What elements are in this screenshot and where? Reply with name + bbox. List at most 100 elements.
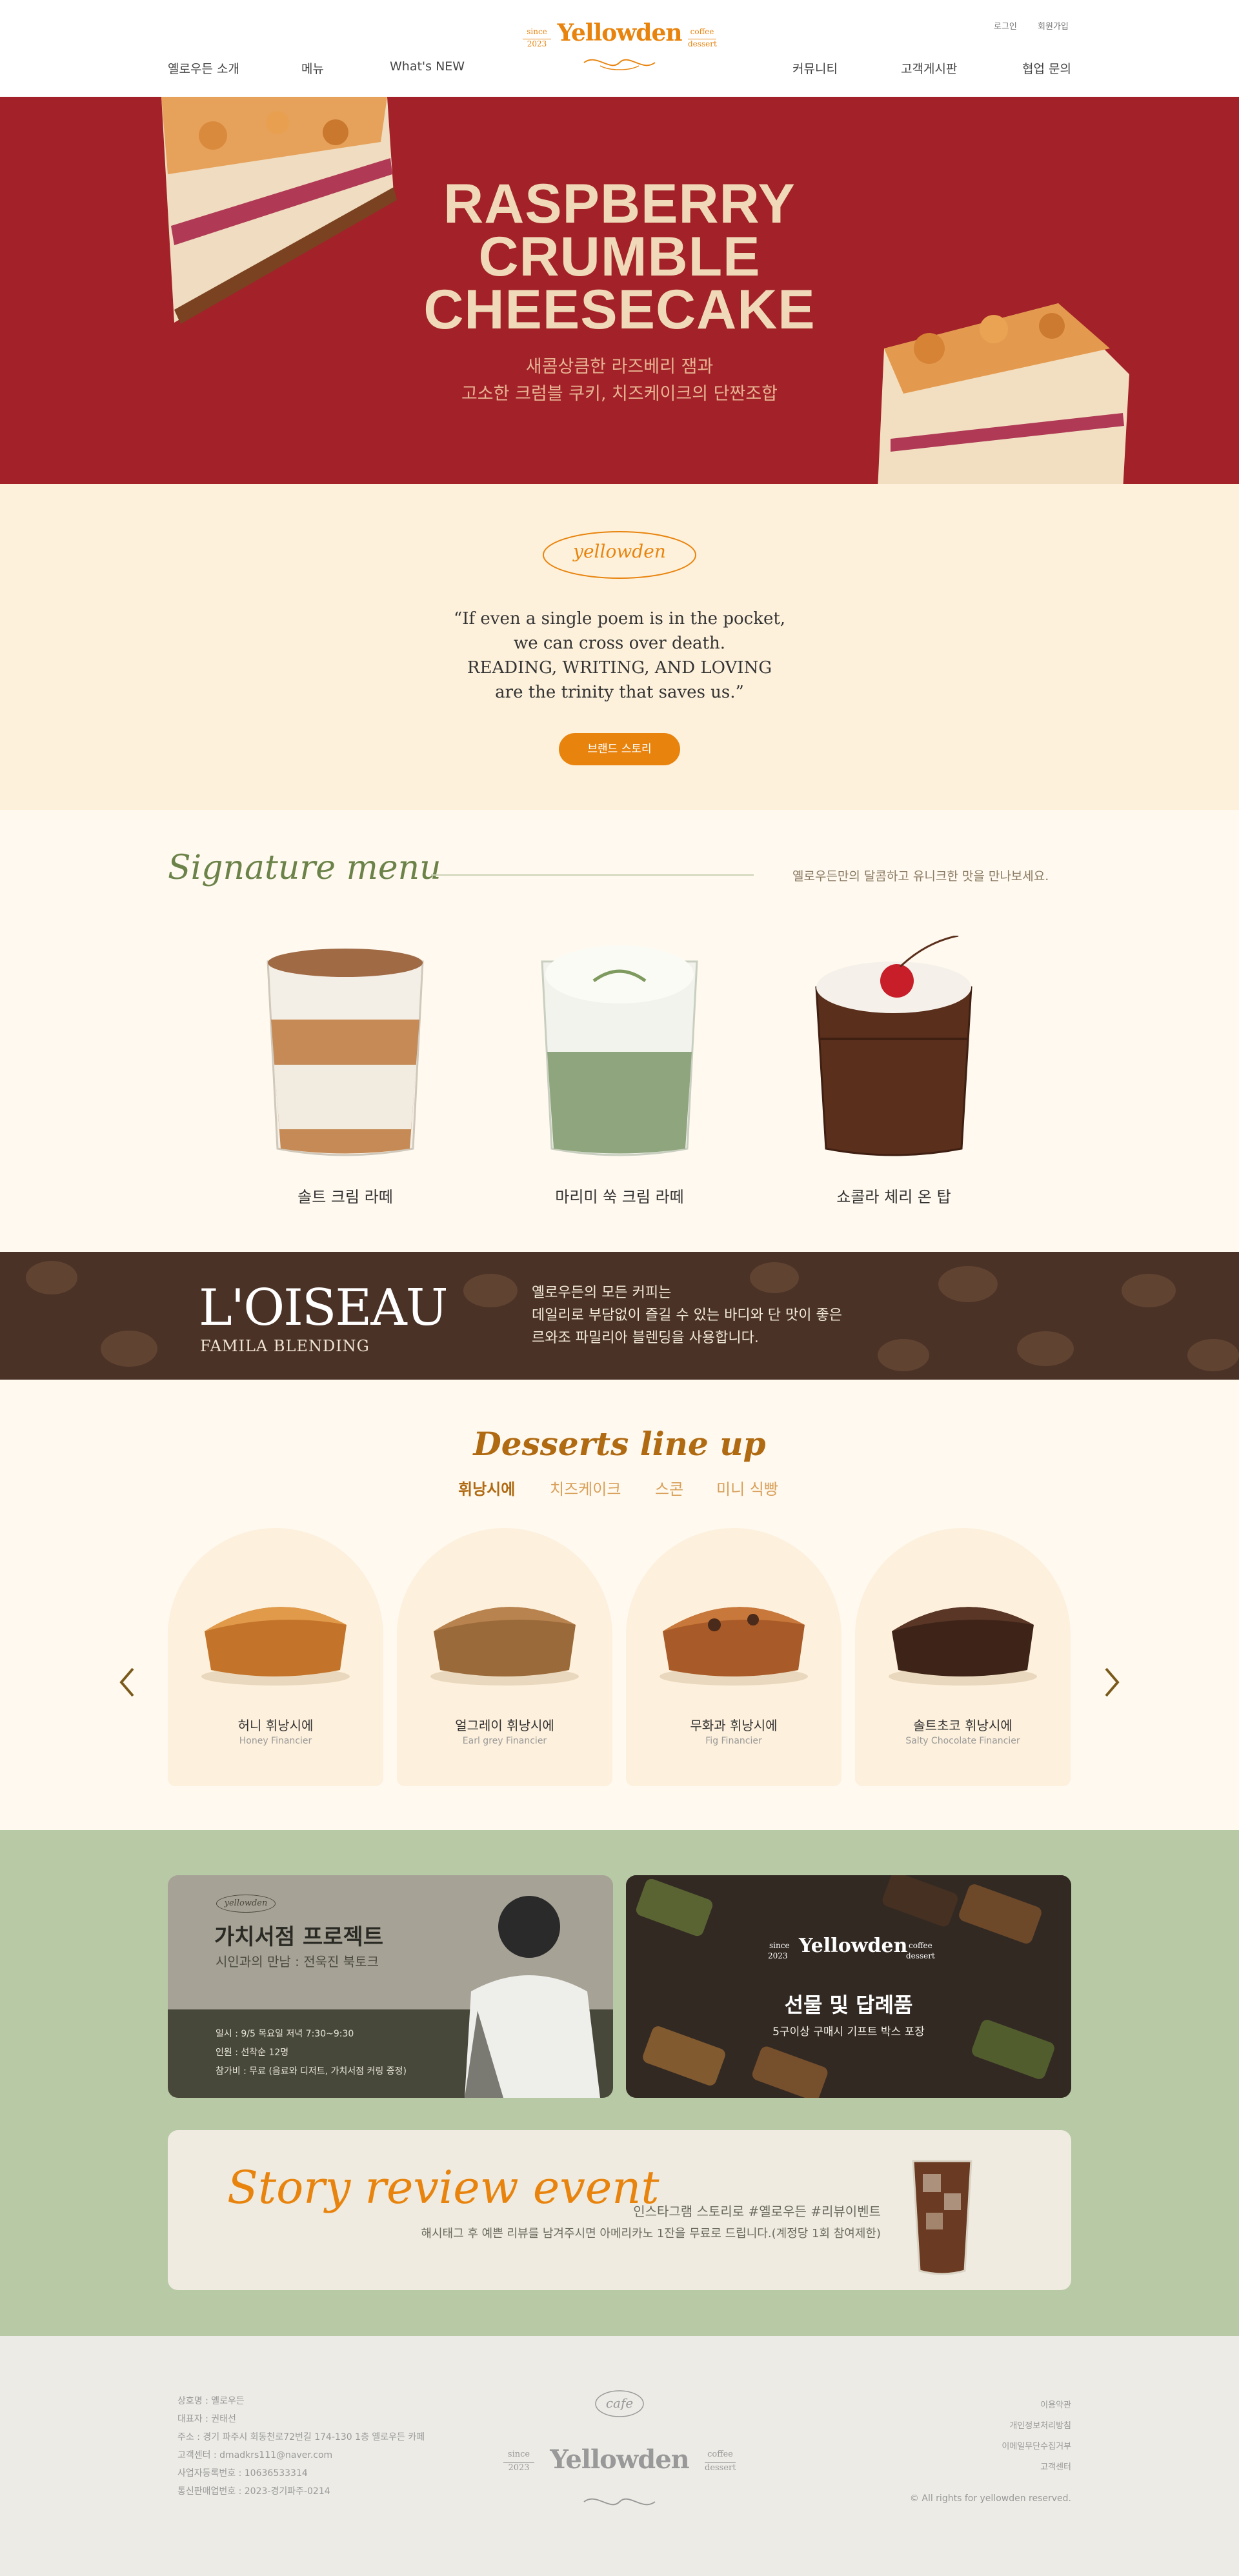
review-line-1: 인스타그램 스토리로 #옐로우든 #리뷰이벤트: [633, 2204, 881, 2219]
project-detail: 일시 : 9/5 목요일 저녁 7:30~9:30: [216, 2029, 354, 2039]
hero-subtitle: 새콤상큼한 라즈베리 잼과 고소한 크럼블 쿠키, 치즈케이크의 단짠조합: [0, 354, 1239, 408]
tab-scone[interactable]: 스콘: [655, 1476, 683, 1499]
dessert-name-en: Fig Financier: [705, 1736, 762, 1746]
salt-cream-latte-image: [267, 949, 424, 1156]
project-subtitle: 시인과의 만남 : 전욱진 북토크: [216, 1954, 379, 1969]
badge-text: yellowden: [573, 541, 666, 562]
footer-link-privacy[interactable]: 개인정보처리방침: [1009, 2419, 1071, 2431]
brand-quote-section: yellowden “If even a single poem is in t…: [0, 484, 1239, 810]
footer-link-support[interactable]: 고객센터: [1040, 2460, 1071, 2472]
fig-financier-image: [660, 1607, 808, 1685]
financier-pattern-background: [626, 1875, 1071, 2098]
drink-chocolate-cherry[interactable]: [797, 934, 991, 1168]
hero-subtitle-line: 고소한 크럼블 쿠키, 치즈케이크의 단짠조합: [461, 384, 778, 404]
gift-logo-year: 2023: [768, 1951, 788, 1960]
nav-item-community[interactable]: 커뮤니티: [792, 59, 838, 77]
dessert-card[interactable]: 무화과 휘낭시에 Fig Financier: [626, 1528, 841, 1786]
quote-line: READING, WRITING, AND LOVING: [467, 658, 772, 678]
project-badge: yellowden: [216, 1895, 276, 1913]
author-photo: [465, 1896, 600, 2098]
login-link[interactable]: 로그인: [994, 19, 1017, 32]
book-project-card[interactable]: yellowden 가치서점 프로젝트 시인과의 만남 : 전욱진 북토크 일시…: [168, 1875, 613, 2098]
gift-logo-dessert: dessert: [906, 1951, 935, 1960]
hero-banner[interactable]: RASPBERRY CRUMBLE CHEESECAKE 새콤상큼한 라즈베리 …: [0, 97, 1239, 484]
footer-flourish-icon: [583, 2498, 656, 2506]
brand-story-button[interactable]: 브랜드 스토리: [559, 733, 680, 765]
review-title: Story review event: [227, 2161, 660, 2214]
desc-line: 르와조 파밀리아 블렌딩을 사용합니다.: [532, 1330, 759, 1346]
project-title: 가치서점 프로젝트: [214, 1924, 384, 1950]
hero-subtitle-line: 새콤상큼한 라즈베리 잼과: [525, 357, 714, 377]
site-footer: 상호명 : 옐로우든 대표자 : 권태선 주소 : 경기 파주시 회동천로72번…: [0, 2336, 1239, 2576]
footer-cafe-badge: cafe: [594, 2389, 645, 2419]
dessert-name-en: Salty Chocolate Financier: [905, 1736, 1020, 1746]
footer-logo-since: since: [507, 2450, 530, 2459]
dessert-card[interactable]: 얼그레이 휘낭시에 Earl grey Financier: [397, 1528, 612, 1786]
footer-info: 통신판매업번호 : 2023-경기파주-0214: [177, 2486, 330, 2497]
honey-financier-image: [201, 1607, 350, 1685]
desserts-title: Desserts line up: [473, 1425, 766, 1463]
footer-logo-name: Yellowden: [550, 2444, 690, 2475]
loiseau-title: L'OISEAU: [199, 1279, 448, 1337]
footer-info: 대표자 : 권태선: [177, 2414, 236, 2424]
drink-name: 쇼콜라 체리 온 탑: [836, 1188, 951, 1206]
desc-line: 데일리로 부담없이 즐길 수 있는 바디와 단 맛이 좋은: [532, 1307, 842, 1323]
dessert-name-en: Earl grey Financier: [462, 1736, 547, 1746]
nav-item-collab[interactable]: 협업 문의: [1022, 59, 1071, 77]
footer-info: 사업자등록번호 : 10636533314: [177, 2468, 308, 2479]
hero-title-line: RASPBERRY: [443, 173, 796, 235]
loiseau-description: 옐로우든의 모든 커피는 데일리로 부담없이 즐길 수 있는 바디와 단 맛이 …: [532, 1282, 842, 1349]
footer-link-no-email[interactable]: 이메일무단수집거부: [1002, 2439, 1071, 2451]
story-review-event-card[interactable]: Story review event 인스타그램 스토리로 #옐로우든 #리뷰이…: [168, 2130, 1071, 2290]
chevron-left-icon[interactable]: [117, 1666, 137, 1698]
signup-link[interactable]: 회원가입: [1038, 19, 1069, 32]
gift-title: 선물 및 답례품: [784, 1993, 913, 2017]
footer-logo: since 2023 Yellowden coffee dessert: [503, 2444, 736, 2490]
footer-logo-dessert: dessert: [705, 2462, 736, 2473]
signature-menu-section: Signature menu 옐로우든만의 달콤하고 유니크한 맛을 만나보세요…: [0, 810, 1239, 1252]
yellowden-badge: yellowden: [541, 529, 698, 581]
quote-line: we can cross over death.: [514, 634, 725, 653]
iced-americano-image: [912, 2160, 972, 2275]
gift-subtitle: 5구이상 구매시 기프트 박스 포장: [772, 2026, 925, 2038]
drink-mugwort-cream-latte[interactable]: [523, 936, 716, 1168]
loiseau-subtitle: FAMILA BLENDING: [200, 1337, 370, 1355]
nav-item-whats-new[interactable]: What's NEW: [390, 59, 465, 74]
gift-logo-name: Yellowden: [799, 1935, 908, 1957]
loiseau-blending-banner: L'OISEAU FAMILA BLENDING 옐로우든의 모든 커피는 데일…: [0, 1252, 1239, 1380]
nav-item-about[interactable]: 옐로우든 소개: [168, 59, 239, 77]
drink-name: 솔트 크림 라떼: [297, 1188, 393, 1206]
gift-box-card[interactable]: since 2023 Yellowden coffee dessert 선물 및…: [626, 1875, 1071, 2098]
quote-line: “If even a single poem is in the pocket,: [453, 609, 786, 629]
tab-mini-bread[interactable]: 미니 식빵: [716, 1476, 778, 1499]
tab-cheesecake[interactable]: 치즈케이크: [550, 1476, 621, 1499]
dessert-name-ko: 솔트초코 휘낭시에: [913, 1718, 1012, 1733]
dessert-name-ko: 무화과 휘낭시에: [690, 1718, 778, 1733]
dessert-card[interactable]: 솔트초코 휘낭시에 Salty Chocolate Financier: [855, 1528, 1071, 1786]
footer-logo-year: 2023: [503, 2462, 534, 2473]
project-details: 일시 : 9/5 목요일 저녁 7:30~9:30 인원 : 선착순 12명 참…: [216, 2025, 407, 2081]
salty-chocolate-financier-image: [889, 1607, 1037, 1685]
dessert-name-ko: 허니 휘낭시에: [237, 1718, 314, 1733]
chevron-right-icon[interactable]: [1102, 1666, 1122, 1698]
drink-name: 마리미 쑥 크림 라떼: [555, 1188, 684, 1206]
tab-financier[interactable]: 휘낭시에: [458, 1476, 515, 1499]
dessert-card[interactable]: 허니 휘낭시에 Honey Financier: [168, 1528, 383, 1786]
mugwort-cream-latte-image: [541, 945, 698, 1156]
hero-title: RASPBERRY CRUMBLE CHEESECAKE: [0, 173, 1239, 341]
review-line-2: 해시태그 후 예쁜 리뷰를 남겨주시면 아메리카노 1잔을 무료로 드립니다.(…: [421, 2227, 881, 2240]
footer-info: 상호명 : 옐로우든: [177, 2396, 245, 2406]
project-detail: 인원 : 선착순 12명: [216, 2048, 289, 2058]
site-logo[interactable]: since 2023 Yellowden coffee dessert: [523, 19, 717, 77]
footer-link-terms[interactable]: 이용약관: [1040, 2398, 1071, 2410]
gift-logo-since: since: [769, 1941, 790, 1950]
signature-description: 옐로우든만의 달콤하고 유니크한 맛을 만나보세요.: [792, 869, 1049, 883]
site-header: 로그인 회원가입 옐로우든 소개 메뉴 What's NEW 커뮤니티 고객게시…: [0, 0, 1239, 97]
footer-logo-coffee: coffee: [707, 2450, 733, 2459]
hero-title-line: CHEESECAKE: [423, 279, 816, 341]
nav-item-board[interactable]: 고객게시판: [901, 59, 957, 77]
drink-salt-cream-latte[interactable]: [248, 936, 442, 1168]
signature-title: Signature menu: [168, 849, 441, 887]
nav-item-menu[interactable]: 메뉴: [301, 59, 324, 77]
logo-since: since: [527, 27, 547, 36]
